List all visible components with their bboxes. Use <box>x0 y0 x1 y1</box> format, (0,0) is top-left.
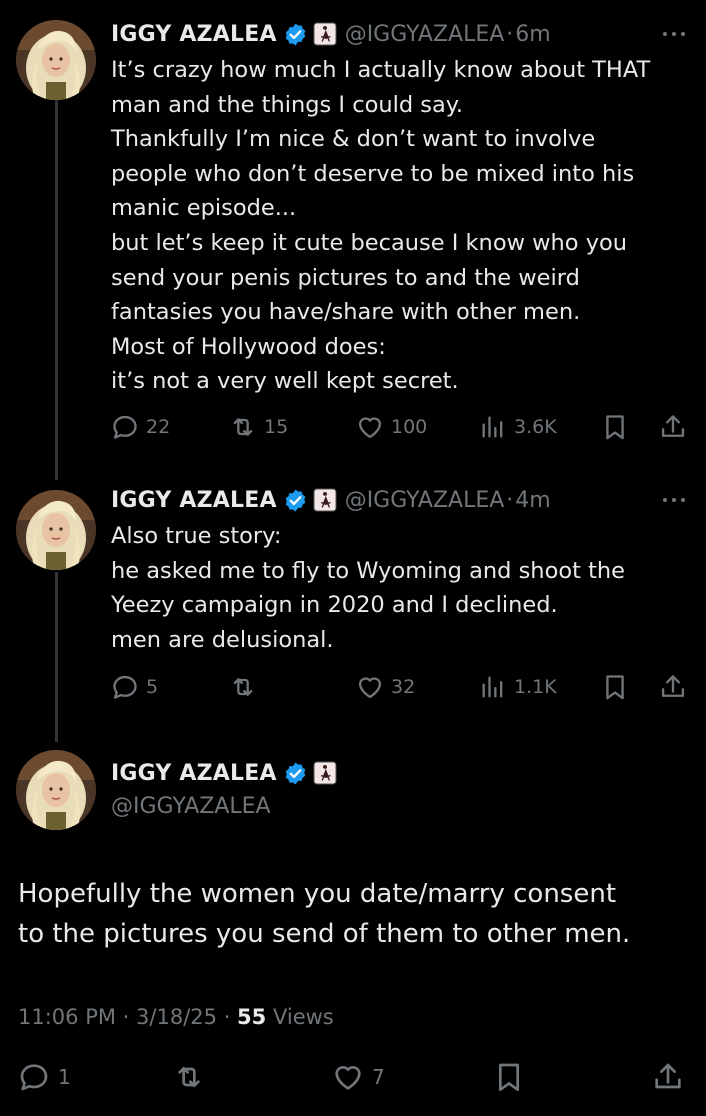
share-icon <box>659 673 687 701</box>
share-button[interactable] <box>659 670 687 704</box>
heart-icon <box>332 1061 364 1093</box>
date[interactable]: 3/18/25 <box>136 1005 217 1029</box>
tweet-text-line: men are delusional. <box>111 626 334 653</box>
repost-icon <box>229 673 257 701</box>
tweet-meta: 11:06 PM · 3/18/25 · 55 Views <box>18 1000 334 1034</box>
like-button[interactable]: 32 <box>356 670 415 704</box>
share-icon <box>652 1061 684 1093</box>
tweet-header: IGGY AZALEA @IGGYAZALEA · 4m <box>111 482 551 518</box>
more-dots-icon[interactable] <box>660 24 688 44</box>
like-button[interactable]: 100 <box>356 410 427 444</box>
like-count: 7 <box>372 1065 385 1089</box>
verified-badge-icon[interactable] <box>283 761 308 786</box>
reply-button[interactable]: 5 <box>111 670 158 704</box>
views-count: 3.6K <box>514 416 557 438</box>
tweet-time[interactable]: 6m <box>515 22 550 47</box>
thread-connector-line <box>55 572 58 742</box>
separator-dot: · <box>122 1005 137 1029</box>
bookmark-icon <box>601 673 629 701</box>
like-button[interactable]: 7 <box>332 1057 385 1097</box>
tweet-text-line: people who don’t deserve to be mixed int… <box>111 160 635 187</box>
bookmark-button[interactable] <box>601 670 629 704</box>
tweet-text-line: Also true story: <box>111 523 282 549</box>
reply-button[interactable]: 1 <box>18 1057 71 1097</box>
separator-dot: · <box>223 1005 238 1029</box>
views-count: 1.1K <box>514 676 557 698</box>
tweet-actions: 22 15 100 3.6K <box>111 410 691 444</box>
tweet-text-line: but let’s keep it cute because I know wh… <box>111 229 628 256</box>
tweet-text-line: Yeezy campaign in 2020 and I declined. <box>111 592 558 619</box>
affiliate-logo-icon[interactable] <box>313 488 337 512</box>
author-name[interactable]: IGGY AZALEA <box>111 488 277 513</box>
views-count: 55 <box>237 1005 267 1029</box>
views-chart-icon <box>479 413 507 441</box>
share-icon <box>659 413 687 441</box>
avatar[interactable] <box>16 750 96 830</box>
bookmark-button[interactable] <box>493 1057 525 1097</box>
reply-button[interactable]: 22 <box>111 410 170 444</box>
affiliate-logo-icon[interactable] <box>313 22 337 46</box>
bookmark-icon <box>601 413 629 441</box>
tweet-text-line: send your penis pictures to and the weir… <box>111 264 580 291</box>
views-label: Views <box>272 1005 334 1029</box>
tweet-text-line: it’s not a very well kept secret. <box>111 368 459 395</box>
heart-icon <box>356 673 384 701</box>
like-count: 100 <box>391 416 428 438</box>
tweet-text-line: Hopefully the women you date/marry conse… <box>18 879 617 909</box>
tweet-text: It’s crazy how much I actually know abou… <box>111 53 696 399</box>
tweet-text: Also true story: he asked me to fly to W… <box>111 519 696 657</box>
repost-count: 15 <box>264 416 289 438</box>
reply-icon <box>18 1061 50 1093</box>
main-tweet-text: Hopefully the women you date/marry conse… <box>18 874 698 954</box>
author-handle[interactable]: @IGGYAZALEA <box>111 790 271 824</box>
repost-icon <box>173 1061 205 1093</box>
verified-badge-icon[interactable] <box>283 22 308 47</box>
like-count: 32 <box>391 676 416 698</box>
separator-dot: · <box>506 487 514 513</box>
heart-icon <box>356 413 384 441</box>
author-handle[interactable]: @IGGYAZALEA <box>345 22 505 47</box>
tweet-actions: 5 32 1.1K <box>111 670 691 704</box>
tweet-text-line: Thankfully I’m nice & don’t want to invo… <box>111 126 596 153</box>
affiliate-logo-icon[interactable] <box>313 761 337 785</box>
tweet-text-line: Most of Hollywood does: <box>111 333 386 360</box>
avatar[interactable] <box>16 490 96 570</box>
tweet-text-line: manic episode... <box>111 195 297 222</box>
tweet-text-line: man and the things I could say. <box>111 91 464 118</box>
share-button[interactable] <box>652 1057 684 1097</box>
avatar[interactable] <box>16 20 96 100</box>
verified-badge-icon[interactable] <box>283 488 308 513</box>
reply-count: 1 <box>58 1065 71 1089</box>
main-tweet-actions: 1 7 <box>18 1057 688 1097</box>
author-handle[interactable]: @IGGYAZALEA <box>345 488 505 513</box>
thread-connector-line <box>55 100 58 480</box>
repost-button[interactable]: 15 <box>229 410 288 444</box>
author-name[interactable]: IGGY AZALEA <box>111 22 277 47</box>
tweet-text-line: fantasies you have/share with other men. <box>111 299 581 326</box>
share-button[interactable] <box>659 410 687 444</box>
tweet-header: IGGY AZALEA <box>111 756 337 790</box>
repost-icon <box>229 413 257 441</box>
tweet-text-line: It’s crazy how much I actually know abou… <box>111 57 651 83</box>
separator-dot: · <box>506 21 514 47</box>
more-dots-icon[interactable] <box>660 490 688 510</box>
tweet-text-line: he asked me to fly to Wyoming and shoot … <box>111 557 625 584</box>
bookmark-icon <box>493 1061 525 1093</box>
reply-icon <box>111 673 139 701</box>
reply-count: 5 <box>146 676 159 698</box>
views-chart-icon <box>479 673 507 701</box>
author-name[interactable]: IGGY AZALEA <box>111 761 277 786</box>
tweet-header: IGGY AZALEA @IGGYAZALEA · 6m <box>111 16 551 52</box>
tweet-text-line: to the pictures you send of them to othe… <box>18 919 631 949</box>
reply-count: 22 <box>146 416 171 438</box>
views-button[interactable]: 1.1K <box>479 670 557 704</box>
repost-button[interactable] <box>229 670 264 704</box>
bookmark-button[interactable] <box>601 410 629 444</box>
tweet-time[interactable]: 4m <box>515 488 550 513</box>
views-button[interactable]: 3.6K <box>479 410 557 444</box>
repost-button[interactable] <box>173 1057 213 1097</box>
reply-icon <box>111 413 139 441</box>
timestamp[interactable]: 11:06 PM <box>18 1005 116 1029</box>
